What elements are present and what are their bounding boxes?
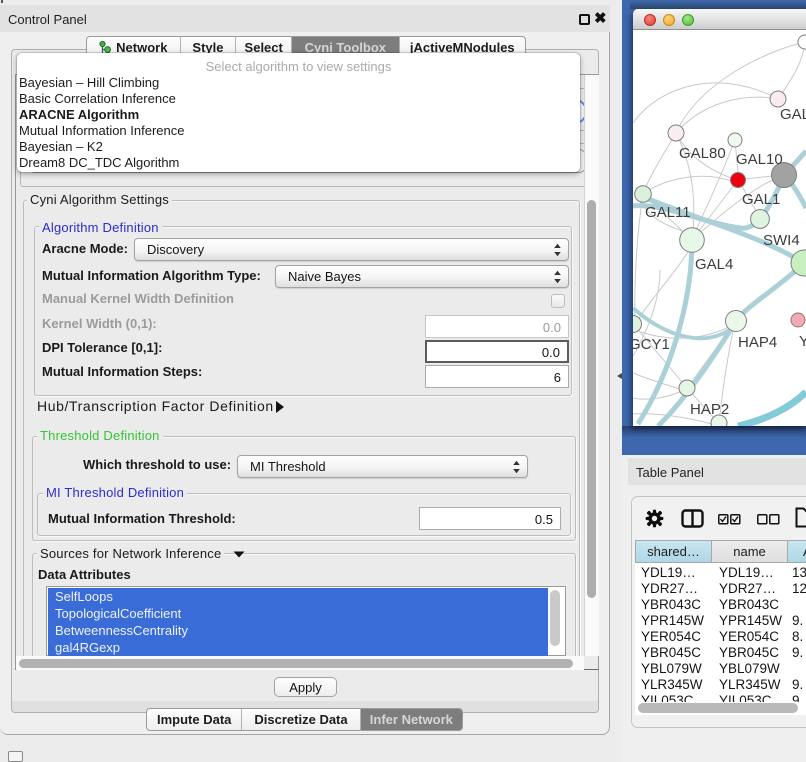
svg-text:GAL1: GAL1 bbox=[742, 191, 780, 208]
svg-text:GAL7: GAL7 bbox=[780, 106, 806, 123]
svg-text:HAP4: HAP4 bbox=[738, 334, 777, 351]
svg-text:GAL11: GAL11 bbox=[645, 204, 691, 221]
svg-text:GCY1: GCY1 bbox=[633, 336, 670, 353]
svg-text:SWI4: SWI4 bbox=[763, 232, 800, 249]
svg-text:Y: Y bbox=[799, 333, 806, 350]
svg-text:GAL80: GAL80 bbox=[679, 145, 726, 162]
svg-text:GAL4: GAL4 bbox=[695, 256, 733, 273]
svg-text:HAP2: HAP2 bbox=[690, 401, 729, 418]
svg-text:GAL10: GAL10 bbox=[736, 151, 783, 168]
